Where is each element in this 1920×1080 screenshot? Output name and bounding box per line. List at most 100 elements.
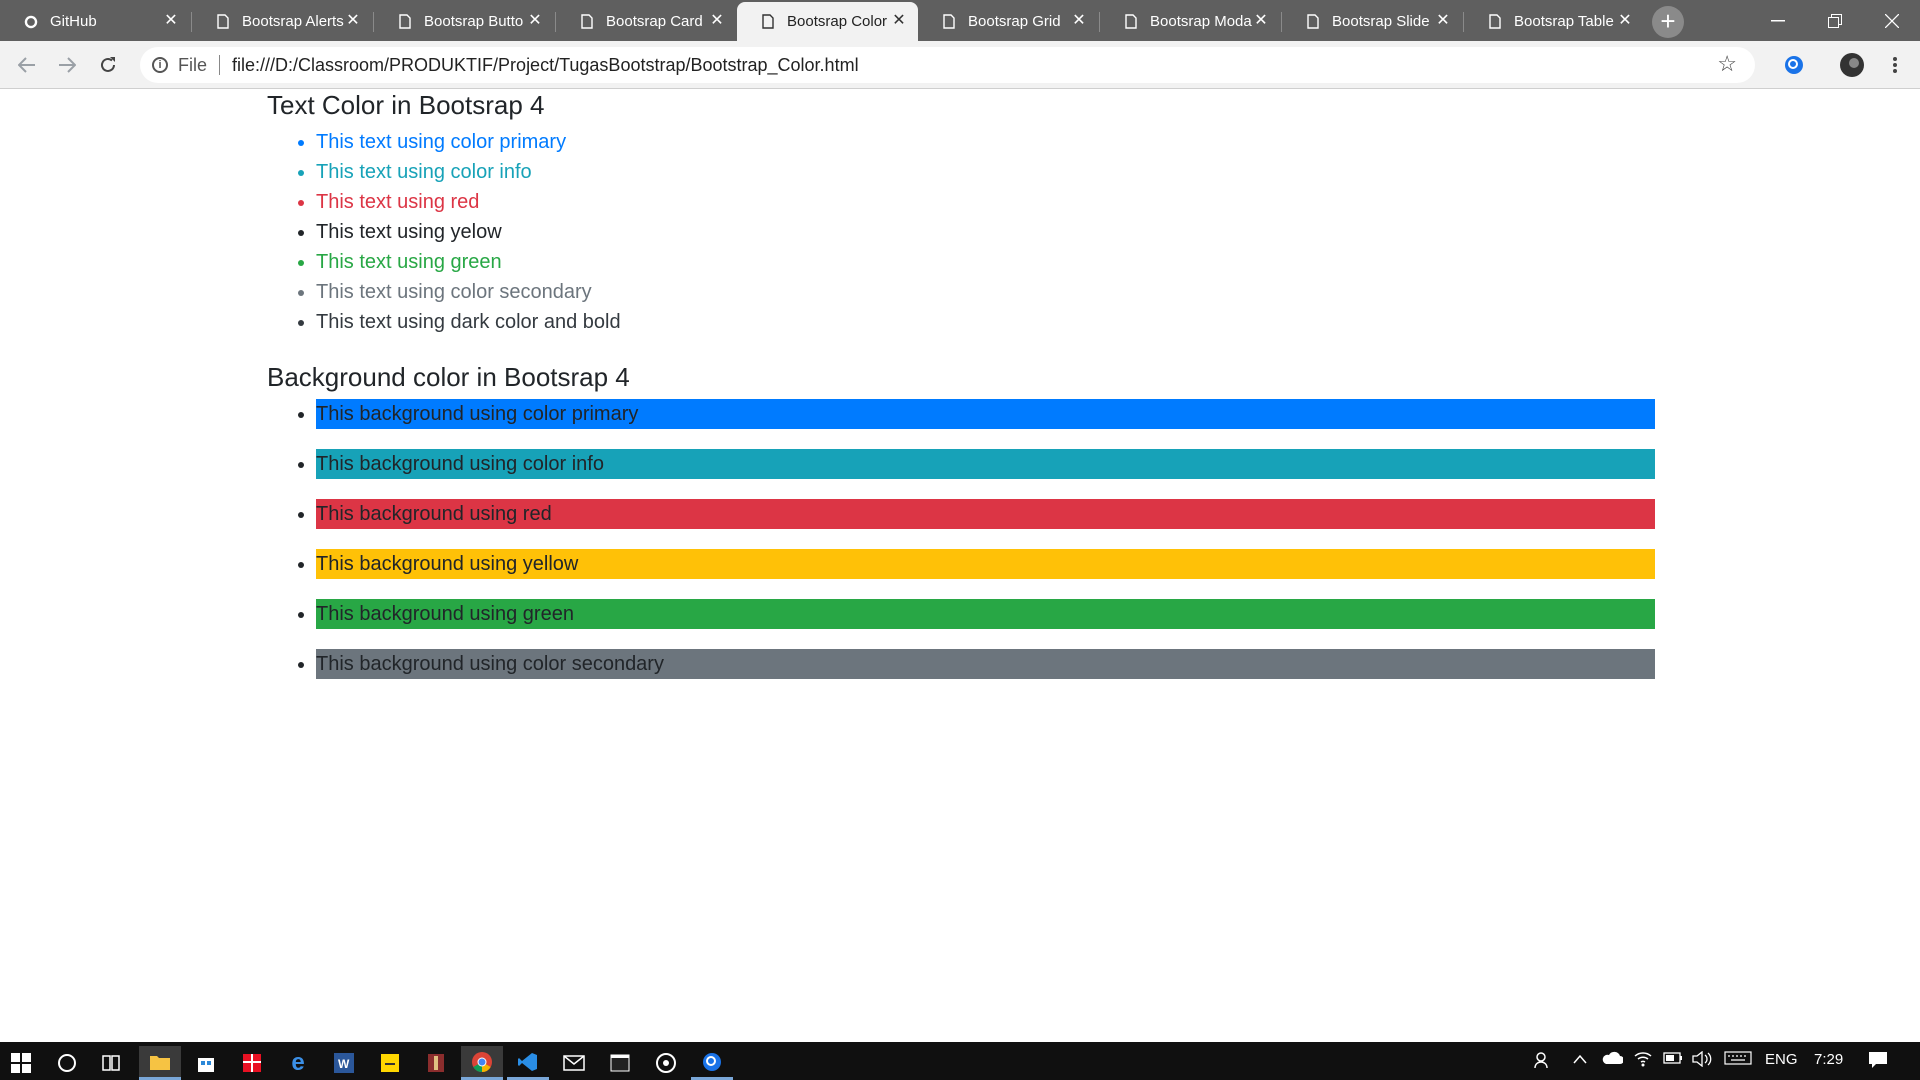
tab-strip: GitHub ✕ Bootsrap Alerts ✕ Bootsrap Butt… <box>0 0 1920 41</box>
taskbar-mail[interactable] <box>553 1046 595 1080</box>
back-button[interactable] <box>12 50 42 80</box>
taskbar-terminal[interactable] <box>599 1046 641 1080</box>
bg-color-item: This background using yellow <box>316 549 1657 579</box>
minimize-icon <box>1770 19 1785 21</box>
tab-bootstrap-color[interactable]: Bootsrap Color ✕ <box>737 2 918 41</box>
folder-icon <box>150 1055 170 1070</box>
taskbar-store[interactable] <box>185 1046 227 1080</box>
page-icon <box>580 13 594 31</box>
address-bar[interactable]: i File file:///D:/Classroom/PRODUKTIF/Pr… <box>140 47 1755 83</box>
text-color-item: This text using dark color and bold <box>316 307 1657 337</box>
restore-button[interactable] <box>1806 0 1863 41</box>
close-window-button[interactable] <box>1863 0 1920 41</box>
tab-bootstrap-card[interactable]: Bootsrap Card ✕ <box>556 2 736 41</box>
tab-bootstrap-alerts[interactable]: Bootsrap Alerts ✕ <box>192 2 372 41</box>
tab-bootstrap-buttons[interactable]: Bootsrap Butto ✕ <box>374 2 554 41</box>
tab-bootstrap-modal[interactable]: Bootsrap Moda ✕ <box>1100 2 1280 41</box>
text-color-item: This text using color info <box>316 157 1657 187</box>
minimize-button[interactable] <box>1749 0 1806 41</box>
page-icon <box>942 13 956 31</box>
taskbar-app-target[interactable] <box>645 1046 687 1080</box>
taskbar-word[interactable]: W <box>323 1046 365 1080</box>
cortana-button[interactable] <box>46 1046 88 1080</box>
url-text[interactable]: file:///D:/Classroom/PRODUKTIF/Project/T… <box>232 55 859 76</box>
tab-bootstrap-grid[interactable]: Bootsrap Grid ✕ <box>918 2 1098 41</box>
close-icon[interactable]: ✕ <box>1252 12 1270 30</box>
tab-title: Bootsrap Color <box>787 13 888 30</box>
store-bag-icon <box>198 1058 214 1072</box>
new-tab-button[interactable]: + <box>1652 6 1684 38</box>
close-icon[interactable]: ✕ <box>344 12 362 30</box>
close-icon[interactable]: ✕ <box>526 12 544 30</box>
taskbar-file-explorer[interactable] <box>139 1046 181 1080</box>
bg-bar: This background using color secondary <box>316 649 1655 679</box>
close-icon[interactable]: ✕ <box>708 12 726 30</box>
close-icon[interactable]: ✕ <box>1616 12 1634 30</box>
taskbar-app-search[interactable] <box>691 1046 733 1080</box>
page-icon <box>761 13 775 31</box>
bookmark-star-icon[interactable]: ☆ <box>1717 51 1737 77</box>
menu-button[interactable] <box>1880 50 1910 80</box>
windows-taskbar: e W ENG 7:29 <box>0 1042 1920 1080</box>
bg-bar: This background using green <box>316 599 1655 629</box>
notification-icon[interactable] <box>1868 1051 1888 1073</box>
page-icon <box>216 13 230 31</box>
forward-button[interactable] <box>52 50 82 80</box>
search-circle-icon <box>58 1054 76 1072</box>
text-color-item: This text using color primary <box>316 127 1657 157</box>
close-icon <box>1884 13 1899 28</box>
list-item-text: This text using color secondary <box>316 281 592 303</box>
keyboard-icon[interactable] <box>1724 1051 1752 1069</box>
start-button[interactable] <box>0 1046 42 1080</box>
text-color-item: This text using green <box>316 247 1657 277</box>
taskbar-sticky-notes[interactable] <box>369 1046 411 1080</box>
language-indicator[interactable]: ENG <box>1765 1051 1798 1068</box>
reload-button[interactable] <box>93 50 123 80</box>
github-icon <box>24 13 38 31</box>
terminal-icon <box>610 1054 630 1072</box>
profile-button[interactable] <box>1837 50 1867 80</box>
close-icon[interactable]: ✕ <box>162 12 180 30</box>
background-color-list: This background using color primary This… <box>267 399 1657 679</box>
taskbar-app-archive[interactable] <box>415 1046 457 1080</box>
page-content: Text Color in Bootsrap 4 This text using… <box>267 89 1657 699</box>
taskbar-vscode[interactable] <box>507 1046 549 1080</box>
text-color-item: This text using red <box>316 187 1657 217</box>
clock[interactable]: 7:29 <box>1814 1051 1843 1068</box>
info-icon[interactable]: i <box>152 57 168 73</box>
volume-icon[interactable] <box>1692 1050 1712 1071</box>
tab-bootstrap-table[interactable]: Bootsrap Table ✕ <box>1464 2 1644 41</box>
sticky-note-icon <box>381 1054 399 1072</box>
bg-color-item: This background using color primary <box>316 399 1657 429</box>
taskbar-edge[interactable]: e <box>277 1046 319 1080</box>
avatar <box>1840 53 1864 77</box>
chrome-icon <box>472 1051 492 1072</box>
tab-github[interactable]: GitHub ✕ <box>0 2 190 41</box>
close-icon[interactable]: ✕ <box>890 12 908 30</box>
chevron-up-icon[interactable] <box>1573 1051 1587 1068</box>
arrow-right-icon <box>59 57 76 73</box>
taskbar-app-gift[interactable] <box>231 1046 273 1080</box>
tab-bootstrap-slide[interactable]: Bootsrap Slide ✕ <box>1282 2 1462 41</box>
bg-color-item: This background using green <box>316 599 1657 629</box>
onedrive-icon[interactable] <box>1601 1051 1624 1069</box>
battery-icon[interactable] <box>1663 1051 1683 1068</box>
tab-title: GitHub <box>50 13 97 30</box>
wifi-icon[interactable] <box>1634 1051 1652 1071</box>
restore-icon <box>1827 13 1842 28</box>
close-icon[interactable]: ✕ <box>1070 12 1088 30</box>
taskbar-chrome[interactable] <box>461 1046 503 1080</box>
list-item-text: This text using red <box>316 191 480 213</box>
task-view-button[interactable] <box>90 1046 132 1080</box>
page-icon <box>1306 13 1320 31</box>
list-item-text: This text using dark color and bold <box>316 311 621 333</box>
people-icon[interactable] <box>1534 1051 1552 1073</box>
search-extension-icon <box>1785 56 1803 74</box>
edge-icon: e <box>291 1049 305 1076</box>
close-icon[interactable]: ✕ <box>1434 12 1452 30</box>
vscode-icon <box>518 1052 537 1071</box>
arrow-left-icon <box>18 57 35 73</box>
extension-button[interactable] <box>1779 50 1809 80</box>
divider <box>219 55 221 75</box>
bg-color-item: This background using color secondary <box>316 649 1657 679</box>
